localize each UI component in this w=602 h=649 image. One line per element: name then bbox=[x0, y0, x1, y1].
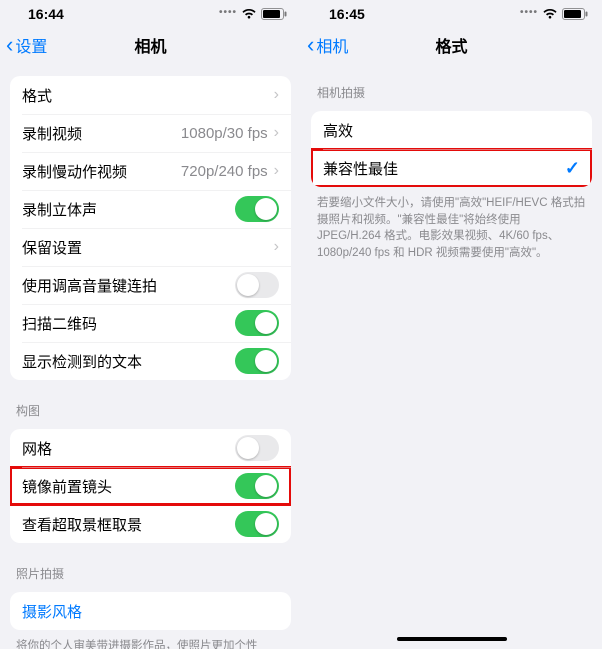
battery-icon bbox=[562, 8, 588, 20]
section-header-capture: 照片拍摄 bbox=[0, 543, 301, 588]
row-record-slomo[interactable]: 录制慢动作视频 720p/240 fps › bbox=[10, 152, 291, 190]
status-bar: 16:45 •••• bbox=[315, 6, 588, 26]
back-label: 设置 bbox=[15, 33, 47, 57]
content: 相机拍摄 高效 兼容性最佳 ✓ 若要缩小文件大小，请使用"高效"HEIF/HEV… bbox=[301, 62, 602, 262]
row-format[interactable]: 格式 › bbox=[10, 76, 291, 114]
back-button[interactable]: ‹ 相机 bbox=[307, 33, 348, 57]
row-outside-frame: 查看超取景框取景 bbox=[10, 505, 291, 543]
status-bar: 16:44 •••• bbox=[14, 6, 287, 26]
checkmark-icon: ✓ bbox=[565, 158, 580, 179]
chevron-right-icon: › bbox=[274, 162, 279, 180]
chevron-right-icon: › bbox=[274, 238, 279, 256]
nav-bar: ‹ 相机 格式 bbox=[301, 28, 602, 62]
switch-detect-text[interactable] bbox=[235, 348, 279, 374]
wifi-icon bbox=[241, 8, 257, 20]
group-main: 格式 › 录制视频 1080p/30 fps › 录制慢动作视频 720p/24… bbox=[10, 76, 291, 380]
chevron-right-icon: › bbox=[274, 124, 279, 142]
status-time: 16:44 bbox=[28, 6, 64, 22]
row-detect-text: 显示检测到的文本 bbox=[10, 342, 291, 380]
switch-grid[interactable] bbox=[235, 435, 279, 461]
switch-stereo[interactable] bbox=[235, 196, 279, 222]
switch-qr[interactable] bbox=[235, 310, 279, 336]
status-icons: •••• bbox=[520, 8, 588, 20]
switch-mirror-front[interactable] bbox=[235, 473, 279, 499]
back-label: 相机 bbox=[316, 33, 348, 57]
row-qr: 扫描二维码 bbox=[10, 304, 291, 342]
chevron-right-icon: › bbox=[274, 86, 279, 104]
cellular-dots-icon: •••• bbox=[219, 10, 237, 16]
nav-bar: ‹ 设置 相机 bbox=[0, 28, 301, 62]
row-styles[interactable]: 摄影风格 bbox=[10, 592, 291, 630]
wifi-icon bbox=[542, 8, 558, 20]
chevron-left-icon: ‹ bbox=[307, 36, 314, 54]
back-button[interactable]: ‹ 设置 bbox=[6, 33, 47, 57]
camera-settings-screen: 16:44 •••• ‹ 设置 相机 格式 › 录制视频 1080p/30 fp… bbox=[0, 0, 301, 649]
formats-screen: 16:45 •••• ‹ 相机 格式 相机拍摄 高效 兼容性最佳 ✓ 若要缩小文… bbox=[301, 0, 602, 649]
battery-icon bbox=[261, 8, 287, 20]
cellular-dots-icon: •••• bbox=[520, 10, 538, 16]
switch-burst[interactable] bbox=[235, 272, 279, 298]
row-record-video[interactable]: 录制视频 1080p/30 fps › bbox=[10, 114, 291, 152]
content: 格式 › 录制视频 1080p/30 fps › 录制慢动作视频 720p/24… bbox=[0, 76, 301, 649]
group-styles: 摄影风格 bbox=[10, 592, 291, 630]
group-format: 高效 兼容性最佳 ✓ bbox=[311, 111, 592, 187]
row-preserve[interactable]: 保留设置 › bbox=[10, 228, 291, 266]
status-icons: •••• bbox=[219, 8, 287, 20]
page-title: 相机 bbox=[134, 33, 166, 57]
section-header-composition: 构图 bbox=[0, 380, 301, 425]
row-burst: 使用调高音量键连拍 bbox=[10, 266, 291, 304]
switch-outside-frame[interactable] bbox=[235, 511, 279, 537]
row-grid: 网格 bbox=[10, 429, 291, 467]
status-time: 16:45 bbox=[329, 6, 365, 22]
row-most-compatible[interactable]: 兼容性最佳 ✓ bbox=[311, 149, 592, 187]
section-header-capture: 相机拍摄 bbox=[301, 62, 602, 107]
format-footer: 若要缩小文件大小，请使用"高效"HEIF/HEVC 格式拍摄照片和视频。"兼容性… bbox=[301, 187, 602, 262]
row-stereo: 录制立体声 bbox=[10, 190, 291, 228]
row-high-efficiency[interactable]: 高效 bbox=[311, 111, 592, 149]
chevron-left-icon: ‹ bbox=[6, 36, 13, 54]
styles-footer: 将你的个人审美带进摄影作品，使照片更加个性化。"摄影风格"使用先进的场景理解技术… bbox=[0, 630, 301, 649]
home-indicator[interactable] bbox=[397, 637, 507, 641]
group-composition: 网格 镜像前置镜头 查看超取景框取景 bbox=[10, 429, 291, 543]
page-title: 格式 bbox=[435, 33, 467, 57]
row-mirror-front: 镜像前置镜头 bbox=[10, 467, 291, 505]
